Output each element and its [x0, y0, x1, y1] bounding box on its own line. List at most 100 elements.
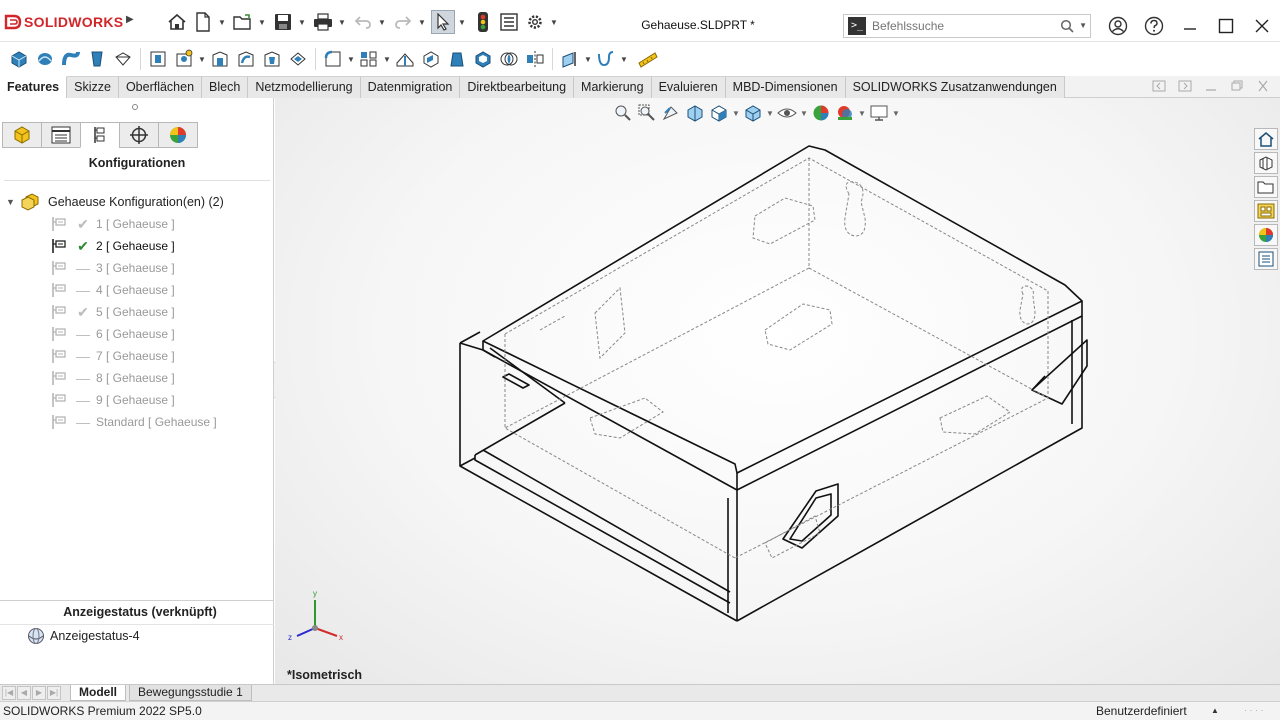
options-gear-icon[interactable] [523, 10, 547, 34]
user-account-icon[interactable] [1100, 13, 1136, 39]
doc-minimize-icon[interactable] [1202, 80, 1220, 94]
rebuild-traffic-light-icon[interactable] [471, 10, 495, 34]
save-icon[interactable] [271, 10, 295, 34]
redo-icon[interactable] [391, 10, 415, 34]
scroll-first-icon[interactable]: |◀ [2, 686, 16, 700]
revolved-boss-icon[interactable] [32, 46, 58, 72]
configuration-item[interactable]: — 6 [ Gehaeuse ] [50, 324, 175, 344]
tab-modell[interactable]: Modell [70, 685, 126, 701]
pattern-dropdown-arrow-icon[interactable]: ▼ [382, 55, 392, 64]
units-dropdown-arrow-icon[interactable]: ▲ [1211, 706, 1219, 715]
hole-wizard-icon[interactable] [171, 46, 197, 72]
print-dropdown-arrow-icon[interactable]: ▼ [337, 18, 347, 27]
search-input[interactable] [872, 19, 1052, 33]
tab-skizze[interactable]: Skizze [67, 76, 119, 98]
new-dropdown-arrow-icon[interactable]: ▼ [217, 18, 227, 27]
search-icon[interactable] [1060, 19, 1074, 33]
curves-dropdown-arrow-icon[interactable]: ▼ [619, 55, 629, 64]
mirror-icon[interactable] [522, 46, 548, 72]
configuration-item[interactable]: — 9 [ Gehaeuse ] [50, 390, 175, 410]
scroll-next-icon[interactable]: ▶ [32, 686, 46, 700]
propertymanager-tab-icon[interactable] [41, 122, 81, 148]
model-wireframe[interactable] [275, 98, 1280, 684]
boundary-boss-icon[interactable] [110, 46, 136, 72]
tab-solidworks-zusatzanwendungen[interactable]: SOLIDWORKS Zusatzanwendungen [845, 76, 1065, 98]
lofted-boss-icon[interactable] [84, 46, 110, 72]
doc-close-icon[interactable] [1254, 80, 1272, 94]
hole-wizard-dropdown-arrow-icon[interactable]: ▼ [197, 55, 207, 64]
configuration-item[interactable]: — 7 [ Gehaeuse ] [50, 346, 175, 366]
swept-boss-icon[interactable] [58, 46, 84, 72]
configuration-item[interactable]: ✔ 1 [ Gehaeuse ] [50, 214, 175, 234]
display-state-item[interactable]: Anzeigestatus-4 [26, 626, 140, 646]
graphics-area[interactable]: ▼ ▼ ▼ ▼ ▼ y x z *Isometrisch [275, 98, 1280, 684]
tab-evaluieren[interactable]: Evaluieren [651, 76, 726, 98]
print-icon[interactable] [311, 10, 335, 34]
swept-cut-icon[interactable] [233, 46, 259, 72]
panel-collapse-handle-icon[interactable] [132, 104, 138, 110]
open-dropdown-arrow-icon[interactable]: ▼ [257, 18, 267, 27]
instant3d-icon[interactable] [635, 46, 661, 72]
tab-mbd-dimensionen[interactable]: MBD-Dimensionen [725, 76, 846, 98]
shell-icon[interactable] [470, 46, 496, 72]
tab-oberflaechen[interactable]: Oberflächen [118, 76, 203, 98]
units-label[interactable]: Benutzerdefiniert [1096, 704, 1187, 718]
collapse-arrow-icon[interactable]: ▼ [6, 197, 20, 207]
tab-netzmodellierung[interactable]: Netzmodellierung [248, 76, 361, 98]
next-window-icon[interactable] [1176, 80, 1194, 94]
save-dropdown-arrow-icon[interactable]: ▼ [297, 18, 307, 27]
maximize-icon[interactable] [1208, 13, 1244, 39]
doc-restore-icon[interactable] [1228, 80, 1246, 94]
tab-blech[interactable]: Blech [202, 76, 249, 98]
wrap-icon[interactable] [418, 46, 444, 72]
minimize-icon[interactable] [1172, 13, 1208, 39]
redo-dropdown-arrow-icon[interactable]: ▼ [417, 18, 427, 27]
displaymanager-tab-icon[interactable] [158, 122, 198, 148]
brand-menu-arrow-icon[interactable]: ▶ [126, 14, 134, 25]
configurationmanager-tab-icon[interactable] [80, 122, 120, 148]
draft-icon[interactable] [444, 46, 470, 72]
configuration-item[interactable]: ✔ 5 [ Gehaeuse ] [50, 302, 175, 322]
dimxpertmanager-tab-icon[interactable] [119, 122, 159, 148]
previous-window-icon[interactable] [1150, 80, 1168, 94]
solidworks-logo[interactable]: SOLIDWORKS [4, 12, 123, 32]
fillet-icon[interactable] [320, 46, 346, 72]
home-icon[interactable] [165, 10, 189, 34]
command-search[interactable]: >_ ▼ [843, 14, 1091, 38]
options-dropdown-arrow-icon[interactable]: ▼ [549, 18, 559, 27]
file-properties-icon[interactable] [497, 10, 521, 34]
tab-bewegungsstudie-1[interactable]: Bewegungsstudie 1 [129, 685, 252, 701]
linear-pattern-icon[interactable] [356, 46, 382, 72]
configuration-item[interactable]: — 3 [ Gehaeuse ] [50, 258, 175, 278]
tab-direktbearbeitung[interactable]: Direktbearbeitung [460, 76, 575, 98]
configuration-item[interactable]: — 4 [ Gehaeuse ] [50, 280, 175, 300]
undo-dropdown-arrow-icon[interactable]: ▼ [377, 18, 387, 27]
help-icon[interactable] [1136, 13, 1172, 39]
extruded-boss-icon[interactable] [6, 46, 32, 72]
search-dropdown-arrow-icon[interactable]: ▼ [1079, 21, 1087, 30]
scroll-prev-icon[interactable]: ◀ [17, 686, 31, 700]
lofted-cut-icon[interactable] [259, 46, 285, 72]
extruded-cut-icon[interactable] [145, 46, 171, 72]
close-icon[interactable] [1244, 13, 1280, 39]
curves-icon[interactable] [593, 46, 619, 72]
configuration-tree-root[interactable]: ▼ Gehaeuse Konfiguration(en) (2) [6, 192, 224, 212]
revolved-cut-icon[interactable] [207, 46, 233, 72]
rib-icon[interactable] [392, 46, 418, 72]
new-document-icon[interactable] [191, 10, 215, 34]
scroll-last-icon[interactable]: ▶| [47, 686, 61, 700]
reference-geometry-dropdown-arrow-icon[interactable]: ▼ [583, 55, 593, 64]
undo-icon[interactable] [351, 10, 375, 34]
reference-geometry-icon[interactable] [557, 46, 583, 72]
select-dropdown-arrow-icon[interactable]: ▼ [457, 18, 467, 27]
open-folder-icon[interactable] [231, 10, 255, 34]
intersect-icon[interactable] [496, 46, 522, 72]
fillet-dropdown-arrow-icon[interactable]: ▼ [346, 55, 356, 64]
select-cursor-icon[interactable] [431, 10, 455, 34]
configuration-item[interactable]: — 8 [ Gehaeuse ] [50, 368, 175, 388]
tab-datenmigration[interactable]: Datenmigration [360, 76, 461, 98]
resize-grip-icon[interactable]: · · · · [1244, 705, 1274, 717]
boundary-cut-icon[interactable] [285, 46, 311, 72]
configuration-item[interactable]: — Standard [ Gehaeuse ] [50, 412, 217, 432]
tab-features[interactable]: Features [0, 76, 68, 98]
